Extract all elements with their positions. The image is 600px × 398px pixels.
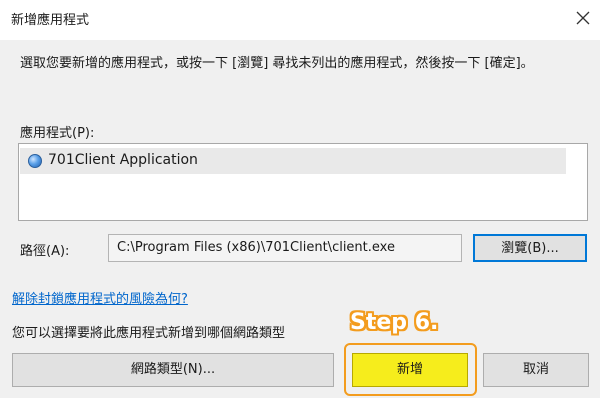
app-name: 701Client Application bbox=[48, 152, 198, 168]
title-bar: 新增應用程式 bbox=[0, 0, 600, 40]
network-types-button[interactable]: 網路類型(N)... bbox=[12, 353, 334, 387]
window-title: 新增應用程式 bbox=[11, 13, 90, 28]
list-item[interactable]: 701Client Application bbox=[20, 148, 566, 174]
globe-app-icon bbox=[28, 154, 42, 168]
apps-label: 應用程式(P): bbox=[20, 126, 95, 141]
cancel-button-label: 取消 bbox=[522, 362, 549, 377]
network-types-button-label: 網路類型(N)... bbox=[130, 362, 216, 377]
instructions-text: 選取您要新增的應用程式，或按一下 [瀏覽] 尋找未列出的應用程式，然後按一下 [… bbox=[20, 56, 534, 71]
browse-button[interactable]: 瀏覽(B)... bbox=[473, 234, 587, 262]
add-button-label: 新增 bbox=[396, 362, 423, 377]
network-note: 您可以選擇要將此應用程式新增到哪個網路類型 bbox=[12, 326, 286, 341]
browse-button-label: 瀏覽(B)... bbox=[501, 241, 559, 256]
close-icon[interactable] bbox=[571, 6, 595, 30]
add-button[interactable]: 新增 bbox=[352, 353, 468, 387]
step-annotation: Step 6. bbox=[350, 310, 439, 335]
risk-link[interactable]: 解除封鎖應用程式的風險為何? bbox=[12, 288, 188, 307]
path-label: 路徑(A): bbox=[20, 244, 70, 259]
path-field[interactable]: C:\Program Files (x86)\701Client\client.… bbox=[108, 234, 462, 262]
apps-listbox[interactable]: 701Client Application bbox=[18, 143, 588, 221]
cancel-button[interactable]: 取消 bbox=[483, 353, 589, 387]
